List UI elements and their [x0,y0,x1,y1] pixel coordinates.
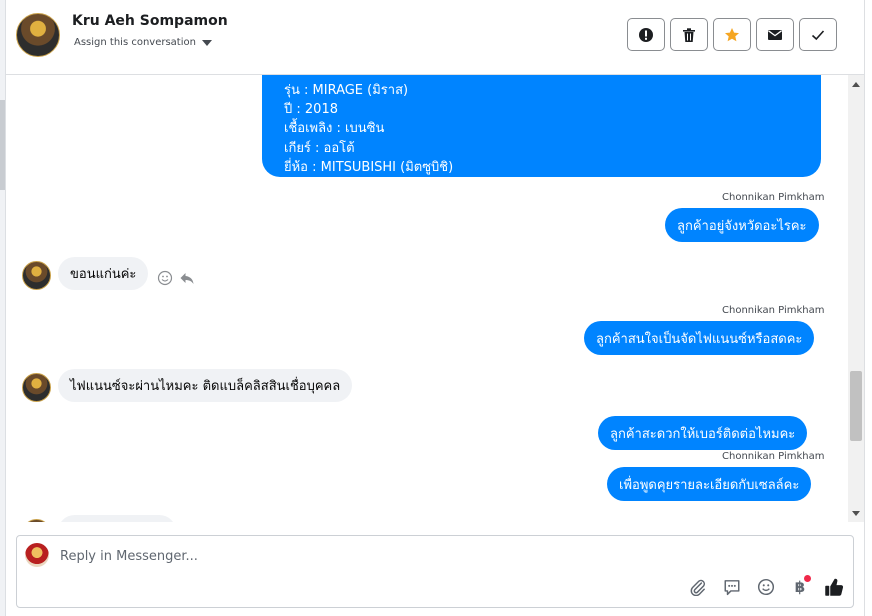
delete-button[interactable] [670,18,708,51]
assign-conversation-dropdown[interactable]: Assign this conversation [74,37,212,48]
trash-icon [683,27,695,42]
reply-input[interactable] [60,547,660,565]
paperclip-icon [690,579,705,596]
sender-label: Chonnikan Pimkham [722,451,825,462]
scroll-thumb[interactable] [850,371,862,441]
contact-avatar-small[interactable] [22,373,51,402]
assign-label: Assign this conversation [74,37,196,48]
emoji-icon [757,578,775,596]
star-icon [725,27,739,41]
car-brand-line: ยี่ห้อ : MITSUBISHI (มิตซูบิชิ) [284,159,454,175]
contact-name[interactable]: Kru Aeh Sompamon [72,13,228,29]
exclamation-icon [639,27,653,42]
outgoing-message[interactable]: ลูกค้าสะดวกให้เบอร์ติดต่อไหมคะ [598,416,808,450]
contact-avatar-small[interactable] [22,261,51,290]
reply-arrow-icon[interactable] [179,270,195,286]
message-thread: รุ่น : MIRAGE (มิราส) ปี : 2018 เชื้อเพล… [6,75,848,522]
checkmark-icon [811,29,825,40]
incoming-message[interactable]: ไฟแนนซ์จะผ่านไหมคะ ติดแบล็คลิสสินเชื่อบุ… [58,369,353,402]
message-scrollbar[interactable] [848,75,864,522]
incoming-message[interactable]: ขอนแก่นค่ะ [58,257,149,290]
incoming-message-partial[interactable] [58,515,176,522]
sender-label: Chonnikan Pimkham [722,192,825,203]
reply-composer: ฿ [16,535,854,608]
scroll-up-arrow-icon[interactable] [852,82,860,87]
page-avatar [25,543,49,567]
conversation-header: Kru Aeh Sompamon Assign this conversatio… [6,0,864,75]
baht-payment-icon: ฿ [794,578,806,596]
car-gear-line: เกียร์ : ออโต้ [284,140,355,156]
car-fuel-line: เชื้อเพลิง : เบนซิน [284,121,385,137]
car-model-line: รุ่น : MIRAGE (มิราส) [284,83,409,98]
inbox-conversation-view: Kru Aeh Sompamon Assign this conversatio… [0,0,872,616]
emoji-button[interactable] [755,576,777,598]
thumbs-up-icon [825,578,844,596]
composer-area: ฿ [6,522,864,616]
sender-label: Chonnikan Pimkham [722,305,825,316]
envelope-icon [768,29,782,40]
contact-avatar[interactable] [16,13,60,57]
scroll-down-arrow-icon[interactable] [852,511,860,516]
star-button[interactable] [713,18,751,51]
outgoing-message[interactable]: ลูกค้าสนใจเป็นจัดไฟแนนซ์หรือสดคะ [584,321,815,355]
payment-button[interactable]: ฿ [789,575,811,598]
mark-done-button[interactable] [799,18,837,51]
conversation-toolbar [627,18,837,51]
notification-dot [804,575,811,582]
mark-unread-button[interactable] [756,18,794,51]
right-panel-edge [864,0,872,616]
saved-reply-icon [724,580,740,596]
emoji-reaction-icon[interactable] [157,270,173,286]
like-button[interactable] [823,576,845,598]
outgoing-message[interactable]: เพื่อพูดคุยรายละเอียดกับเซลล์คะ [607,467,812,501]
caret-down-icon [201,39,212,46]
mark-spam-button[interactable] [627,18,665,51]
attach-button[interactable] [687,576,709,598]
car-details-bubble[interactable]: รุ่น : MIRAGE (มิราส) ปี : 2018 เชื้อเพล… [262,75,821,177]
outgoing-message[interactable]: ลูกค้าอยู่จังหวัดอะไรคะ [665,208,819,242]
message-actions [157,270,195,286]
saved-replies-button[interactable] [721,576,743,598]
left-panel-scroll-mark [0,100,5,190]
car-year-line: ปี : 2018 [284,102,338,118]
composer-actions: ฿ [687,575,845,598]
